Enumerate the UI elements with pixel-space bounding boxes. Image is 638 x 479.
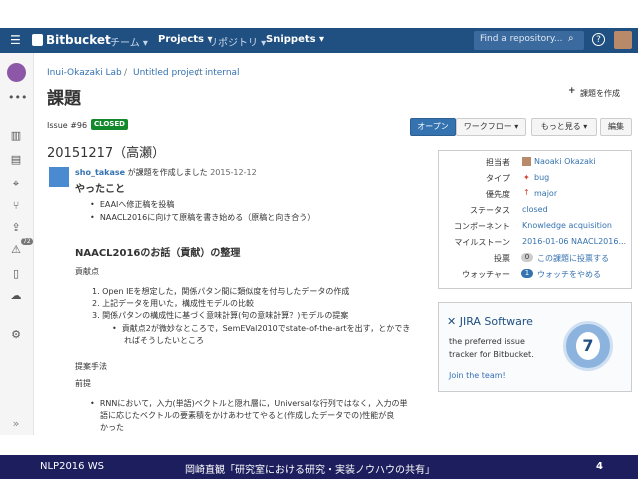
watchers-label: ウォッチャー [462, 270, 510, 279]
sub-item: • 貢献点2が微妙なところで，SemEVal2010でstate-of-the-… [112, 324, 411, 333]
contribution-item: 3. 関係パタンの構成性に基づく意味計算(句の意味計算？)モデルの提案 [92, 311, 349, 320]
jira-ad-panel[interactable]: ✕ JIRA Software the preferred issue trac… [438, 302, 632, 392]
assignee-avatar [522, 157, 531, 166]
wiki-icon[interactable]: ▯ [8, 267, 24, 281]
page-title: 課題 [47, 89, 81, 109]
join-team-link[interactable]: Join the team! [449, 371, 506, 380]
vote-link[interactable]: この課題に投票する [537, 253, 609, 264]
watchers-count: 1 [521, 269, 533, 278]
status-badge: CLOSED [91, 119, 128, 130]
edit-button[interactable]: 編集 [600, 118, 632, 136]
open-button[interactable]: オープン [410, 118, 456, 136]
repo-avatar[interactable] [7, 63, 26, 82]
footer-page-number: 4 [596, 461, 603, 472]
method-label: 提案手法 [75, 362, 107, 371]
todo-item: • EAAIへ修正稿を投稿 [90, 200, 175, 209]
issues-icon[interactable]: ⚠ [8, 243, 24, 257]
breadcrumb-owner[interactable]: Inui-Okazaki Lab [47, 68, 122, 78]
issues-badge: 72 [21, 238, 33, 245]
sub-item-continued: ればそうしたいところ [124, 336, 204, 345]
footer-title: 岡崎直観「研究室における研究・実装ノウハウの共有」 [185, 465, 435, 476]
votes-count: 0 [521, 253, 533, 262]
bitbucket-logo-icon[interactable] [32, 34, 43, 46]
contribution-item: 1. Open IEを想定した，関係パタン間に類似度を付与したデータの作成 [92, 287, 350, 296]
nav-snippets[interactable]: Snippets ▾ [266, 34, 324, 45]
breadcrumb-repo[interactable]: internal [205, 68, 240, 78]
type-label: タイプ [486, 174, 510, 183]
votes-label: 投票 [494, 254, 510, 263]
sidebar: ••• ▥ ▤ ⌖ ⑂ ⇪ ⚠ 72 ▯ ☁ ⚙ » [0, 53, 34, 435]
assignee-label: 担当者 [486, 158, 510, 167]
help-icon[interactable]: ? [592, 33, 605, 46]
footer-event: NLP2016 WS [40, 461, 104, 472]
premise-label: 前提 [75, 379, 91, 388]
nav-projects[interactable]: Projects ▾ [158, 34, 213, 45]
contribution-item: 2. 上記データを用いた，構成性モデルの比較 [92, 299, 255, 308]
menu-icon[interactable]: ☰ [10, 33, 21, 47]
milestone-value[interactable]: 2016-01-06 NAACL2016... [522, 237, 626, 246]
status-label: ステータス [470, 206, 510, 215]
search-input[interactable]: Find a repository... ⌕ [474, 31, 584, 50]
type-value[interactable]: bug [534, 173, 549, 182]
badge-number: 7 [576, 332, 600, 360]
top-navigation-bar: ☰ Bitbucket チーム ▾ Projects ▾ リポジトリ ▾ Sni… [0, 28, 638, 53]
milestone-label: マイルストーン [454, 238, 510, 247]
commits-icon[interactable]: ⌖ [8, 177, 24, 191]
user-avatar[interactable] [614, 31, 632, 49]
premise-item-continued: かった [100, 423, 124, 432]
source-icon[interactable]: ▤ [8, 153, 24, 167]
ad-line-2: tracker for Bitbucket. [449, 350, 534, 359]
component-label: コンポーネント [454, 222, 510, 231]
breadcrumb-separator: / [196, 68, 200, 78]
more-icon[interactable]: ••• [8, 91, 27, 105]
priority-value[interactable]: major [534, 189, 557, 198]
arrow-up-icon: ↑ [523, 188, 530, 197]
todo-item: • NAACL2016に向けて原稿を書き始める（原稿と向き合う） [90, 213, 316, 222]
section-heading: NAACL2016のお話（貢献）の整理 [75, 248, 241, 259]
award-badge-icon: 7 [563, 321, 613, 371]
nav-repositories[interactable]: リポジトリ ▾ [208, 34, 266, 49]
search-icon[interactable]: ⌕ [568, 33, 574, 44]
jira-brand: ✕ JIRA Software [447, 315, 533, 328]
unwatch-link[interactable]: ウォッチをやめる [537, 269, 601, 280]
downloads-icon[interactable]: ☁ [8, 289, 24, 303]
post-date: 2015-12-12 [210, 168, 257, 177]
jira-logo-icon: ✕ [447, 315, 457, 328]
premise-item-continued: 語に応じたベクトルの要素積をかけあわせてやると(作成したデータでの)性能が良 [100, 411, 395, 420]
todo-heading: やったこと [75, 184, 125, 195]
slide-footer: NLP2016 WS 岡崎直観「研究室における研究・実装ノウハウの共有」 4 [0, 455, 638, 479]
breadcrumb-separator: / [124, 68, 128, 78]
author-name[interactable]: sho_takase [75, 168, 125, 177]
pull-requests-icon[interactable]: ⇪ [8, 221, 24, 235]
component-value[interactable]: Knowledge acquisition [522, 221, 612, 230]
priority-label: 優先度 [486, 190, 510, 199]
post-action: が課題を作成しました [127, 168, 208, 177]
assignee-value[interactable]: Naoaki Okazaki [534, 157, 596, 166]
overview-icon[interactable]: ▥ [8, 129, 24, 143]
search-placeholder: Find a repository... [480, 34, 563, 44]
plus-icon[interactable]: + [568, 86, 576, 96]
author-avatar[interactable] [49, 167, 69, 187]
ad-line-1: the preferred issue [449, 337, 525, 346]
collapse-sidebar-icon[interactable]: » [8, 417, 24, 431]
premise-item: • RNNにおいて，入力(単語)ベクトルと隠れ層に，Universalな行列では… [90, 399, 408, 408]
more-button[interactable]: もっと見る ▾ [531, 118, 597, 136]
post-header: sho_takase が課題を作成しました 2015-12-12 [75, 167, 257, 178]
nav-team[interactable]: チーム ▾ [110, 34, 148, 49]
settings-icon[interactable]: ⚙ [8, 328, 24, 342]
branches-icon[interactable]: ⑂ [8, 199, 24, 213]
contribution-label: 貢献点 [75, 267, 99, 276]
create-issue-link[interactable]: 課題を作成 [580, 88, 620, 99]
issue-title: 20151217（高瀬） [47, 146, 166, 161]
workflow-button[interactable]: ワークフロー ▾ [456, 118, 526, 136]
issue-number: Issue #96 [47, 121, 88, 130]
bitbucket-logo-text[interactable]: Bitbucket [46, 33, 111, 47]
breadcrumb-project[interactable]: Untitled project [133, 68, 203, 78]
bug-icon: ✦ [523, 173, 530, 182]
status-value[interactable]: closed [522, 205, 548, 214]
